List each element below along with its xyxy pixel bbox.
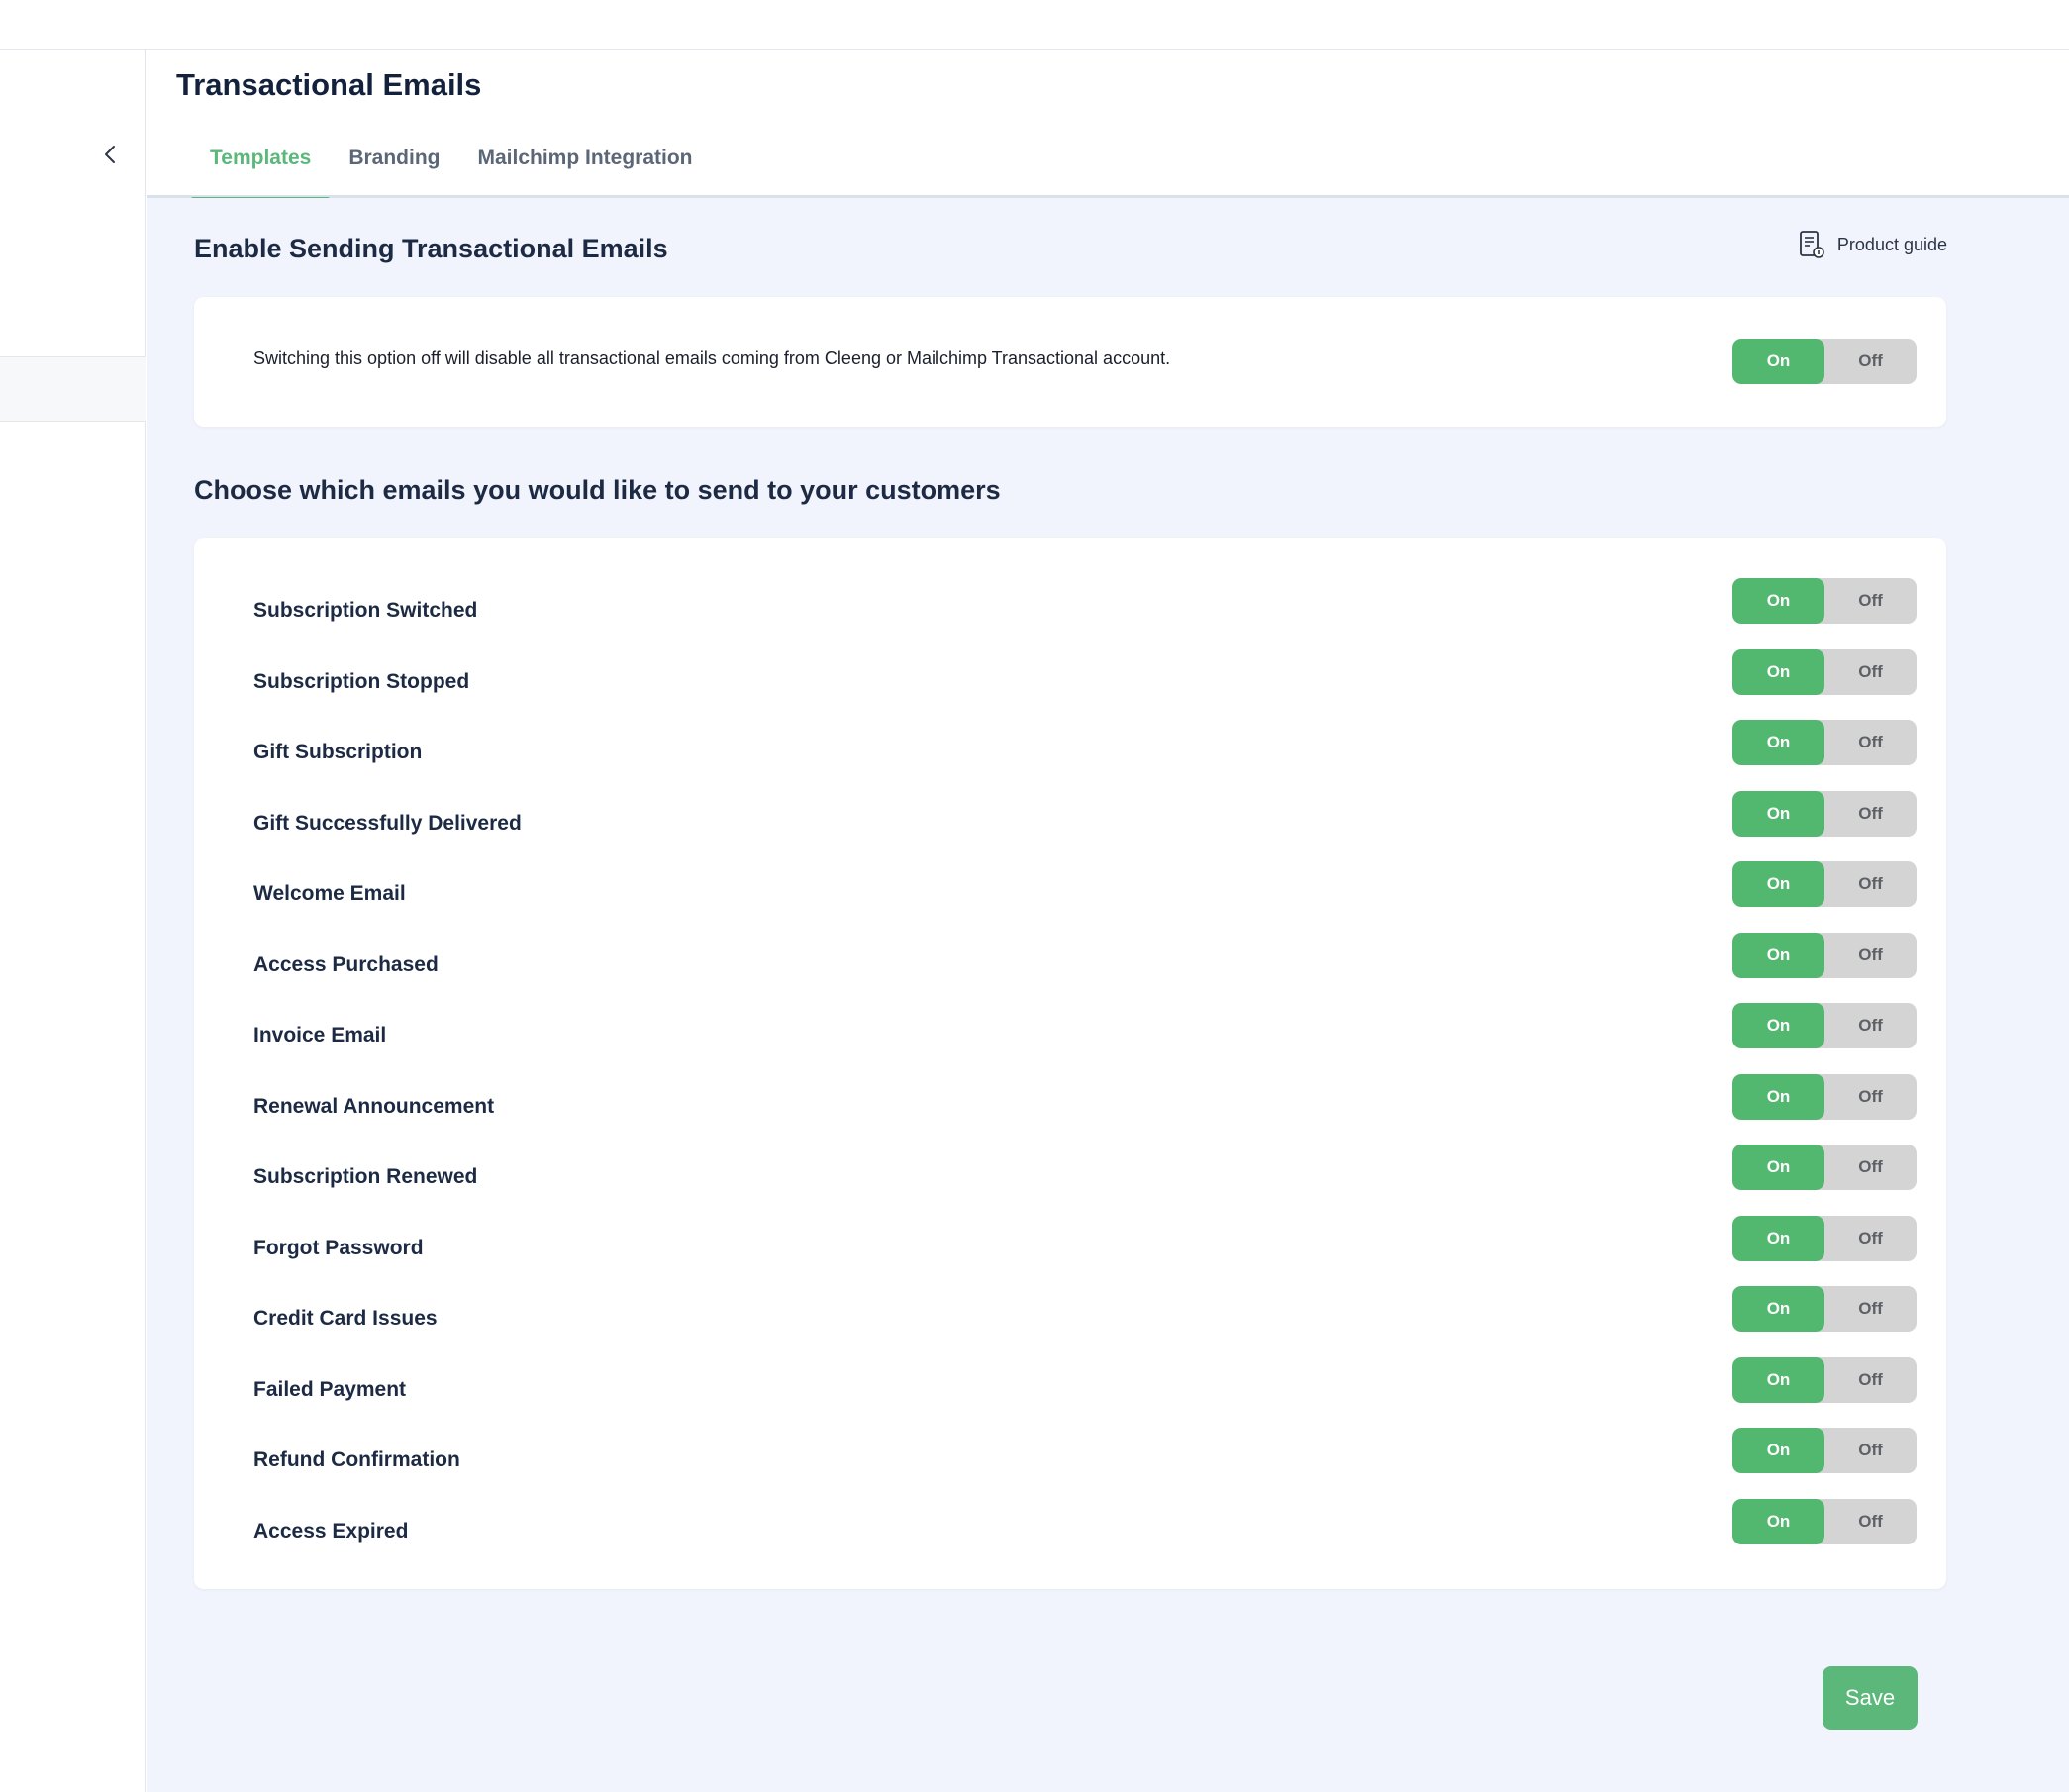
chevron-left-icon	[105, 146, 115, 163]
tab-bar: Templates Branding Mailchimp Integration	[191, 143, 712, 201]
toggle-off-option[interactable]: Off	[1824, 1428, 1917, 1473]
tab-mailchimp-integration[interactable]: Mailchimp Integration	[459, 143, 712, 198]
email-toggle[interactable]: On Off	[1732, 648, 1917, 695]
main-content: Enable Sending Transactional Emails Prod…	[147, 198, 2069, 1792]
sidebar	[0, 50, 146, 1792]
top-bar	[0, 0, 2069, 50]
email-toggle-row: Failed Payment On Off	[194, 1356, 1946, 1429]
email-toggle-row: Gift Subscription On Off	[194, 720, 1946, 791]
email-toggle-row: Gift Successfully Delivered On Off	[194, 790, 1946, 862]
toggle-on-option[interactable]: On	[1732, 1498, 1824, 1544]
tab-templates[interactable]: Templates	[191, 143, 331, 201]
toggle-off-option[interactable]: Off	[1824, 1074, 1917, 1120]
email-type-label: Forgot Password	[253, 1236, 424, 1259]
email-toggle[interactable]: On Off	[1732, 1428, 1917, 1473]
email-toggle[interactable]: On Off	[1732, 1003, 1917, 1048]
email-type-label: Subscription Renewed	[253, 1165, 478, 1188]
save-button[interactable]: Save	[1823, 1666, 1918, 1730]
email-type-label: Welcome Email	[253, 882, 406, 905]
email-toggle-row: Refund Confirmation On Off	[194, 1428, 1946, 1499]
guide-document-icon	[1800, 231, 1824, 258]
toggle-off-option[interactable]: Off	[1824, 339, 1917, 384]
emails-list-card: Subscription Switched On Off Subscription S…	[194, 538, 1946, 1589]
email-type-label: Refund Confirmation	[253, 1448, 460, 1471]
email-type-label: Invoice Email	[253, 1024, 387, 1046]
enable-sending-description: Switching this option off will disable a…	[253, 348, 1171, 368]
email-type-label: Subscription Switched	[253, 599, 478, 622]
toggle-off-option[interactable]: Off	[1824, 791, 1917, 837]
email-type-label: Renewal Announcement	[253, 1094, 495, 1118]
toggle-off-option[interactable]: Off	[1824, 1499, 1917, 1544]
email-toggle-row: Credit Card Issues On Off	[194, 1286, 1946, 1357]
email-toggle[interactable]: On Off	[1732, 1356, 1917, 1403]
email-toggle[interactable]: On Off	[1732, 861, 1917, 907]
sidebar-collapse-button[interactable]	[95, 137, 125, 172]
toggle-on-option[interactable]: On	[1732, 1286, 1824, 1332]
toggle-on-option[interactable]: On	[1732, 790, 1824, 837]
enable-section-title: Enable Sending Transactional Emails	[194, 234, 668, 263]
email-toggle-row: Renewal Announcement On Off	[194, 1073, 1946, 1145]
email-type-label: Access Expired	[253, 1519, 409, 1543]
sidebar-active-item[interactable]	[0, 356, 146, 422]
email-toggle[interactable]: On Off	[1732, 1215, 1917, 1261]
tab-branding[interactable]: Branding	[330, 143, 458, 198]
toggle-off-option[interactable]: Off	[1824, 1145, 1917, 1190]
email-toggle[interactable]: On Off	[1732, 1498, 1917, 1544]
toggle-on-option[interactable]: On	[1732, 932, 1824, 978]
toggle-off-option[interactable]: Off	[1824, 1286, 1917, 1332]
email-type-label: Access Purchased	[253, 952, 439, 976]
enable-sending-card: Switching this option off will disable a…	[194, 297, 1946, 427]
toggle-off-option[interactable]: Off	[1824, 649, 1917, 695]
toggle-on-option[interactable]: On	[1732, 1003, 1824, 1048]
toggle-off-option[interactable]: Off	[1824, 1357, 1917, 1403]
enable-sending-toggle[interactable]: On Off	[1732, 339, 1917, 384]
email-toggle-row: Access Expired On Off	[194, 1498, 1946, 1570]
toggle-on-option[interactable]: On	[1732, 720, 1824, 765]
toggle-on-option[interactable]: On	[1732, 1428, 1824, 1473]
email-toggle-row: Access Purchased On Off	[194, 932, 1946, 1004]
email-toggle-row: Forgot Password On Off	[194, 1215, 1946, 1287]
email-type-label: Gift Successfully Delivered	[253, 811, 522, 835]
toggle-on-option[interactable]: On	[1732, 578, 1824, 624]
email-type-label: Credit Card Issues	[253, 1307, 438, 1330]
toggle-on-option[interactable]: On	[1732, 1215, 1824, 1261]
toggle-on-option[interactable]: On	[1732, 1145, 1824, 1190]
email-toggle-row: Welcome Email On Off	[194, 861, 1946, 933]
email-toggle-row: Subscription Renewed On Off	[194, 1145, 1946, 1216]
toggle-on-option[interactable]: On	[1732, 861, 1824, 907]
product-guide-label: Product guide	[1836, 234, 1947, 254]
toggle-on-option[interactable]: On	[1732, 339, 1824, 384]
toggle-off-option[interactable]: Off	[1824, 933, 1917, 978]
email-toggle[interactable]: On Off	[1732, 578, 1917, 624]
toggle-off-option[interactable]: Off	[1824, 578, 1917, 624]
email-toggle[interactable]: On Off	[1732, 932, 1917, 978]
email-type-label: Subscription Stopped	[253, 669, 470, 693]
email-toggle-row: Subscription Switched On Off	[194, 578, 1946, 649]
page-header: Transactional Emails Templates Branding …	[147, 50, 2069, 201]
email-toggle[interactable]: On Off	[1732, 790, 1917, 837]
toggle-on-option[interactable]: On	[1732, 648, 1824, 695]
email-toggle[interactable]: On Off	[1732, 1073, 1917, 1120]
email-toggle-row: Subscription Stopped On Off	[194, 648, 1946, 721]
email-toggle[interactable]: On Off	[1732, 720, 1917, 765]
toggle-on-option[interactable]: On	[1732, 1356, 1824, 1403]
toggle-off-option[interactable]: Off	[1824, 720, 1917, 765]
toggle-off-option[interactable]: Off	[1824, 1216, 1917, 1261]
email-toggle-row: Invoice Email On Off	[194, 1003, 1946, 1074]
email-toggle[interactable]: On Off	[1732, 1286, 1917, 1332]
emails-section-title: Choose which emails you would like to se…	[194, 475, 1001, 505]
product-guide-link[interactable]: Product guide	[1798, 230, 1947, 259]
page-title: Transactional Emails	[176, 67, 482, 102]
toggle-off-option[interactable]: Off	[1824, 1003, 1917, 1048]
toggle-on-option[interactable]: On	[1732, 1073, 1824, 1120]
email-type-label: Gift Subscription	[253, 741, 423, 763]
email-toggle[interactable]: On Off	[1732, 1145, 1917, 1190]
toggle-off-option[interactable]: Off	[1824, 861, 1917, 907]
email-type-label: Failed Payment	[253, 1377, 407, 1401]
